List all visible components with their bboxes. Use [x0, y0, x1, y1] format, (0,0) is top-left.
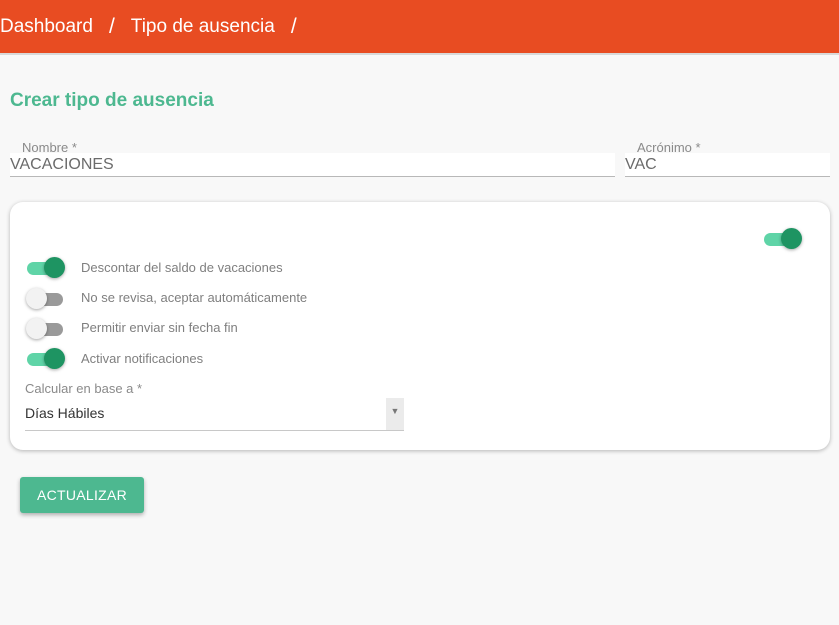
triangle-down-icon[interactable]: ▼: [386, 398, 404, 430]
toggle-notificaciones[interactable]: [27, 348, 65, 370]
breadcrumb-separator: /: [290, 14, 297, 38]
toggle-thumb: [44, 348, 65, 369]
top-bar: Dashboard / Tipo de ausencia /: [0, 0, 839, 55]
calculation-select[interactable]: Días Hábiles ▼: [25, 398, 404, 431]
toggle-label-sin-fecha-fin: Permitir enviar sin fecha fin: [81, 320, 238, 335]
toggle-label-aceptar-automaticamente: No se revisa, aceptar automáticamente: [81, 290, 308, 305]
calculation-select-label: Calcular en base a *: [25, 381, 143, 396]
header-toggle[interactable]: [764, 228, 802, 250]
name-input[interactable]: [10, 153, 615, 177]
breadcrumb-tipo-de-ausencia[interactable]: Tipo de ausencia: [131, 16, 275, 38]
update-button[interactable]: ACTUALIZAR: [20, 477, 144, 513]
breadcrumb-separator: /: [108, 14, 115, 38]
toggle-thumb: [26, 318, 47, 339]
toggle-sin-fecha-fin[interactable]: [26, 318, 65, 340]
calculation-select-value: Días Hábiles: [25, 405, 105, 421]
toggle-label-descontar-saldo: Descontar del saldo de vacaciones: [81, 260, 283, 275]
toggle-aceptar-automaticamente[interactable]: [26, 288, 65, 310]
breadcrumb: Dashboard / Tipo de ausencia /: [0, 15, 313, 39]
page-title: Crear tipo de ausencia: [10, 90, 214, 111]
breadcrumb-dashboard[interactable]: Dashboard: [0, 16, 93, 38]
options-card: Descontar del saldo de vacaciones No se …: [10, 202, 830, 450]
acronym-input[interactable]: [625, 153, 830, 177]
toggle-thumb: [781, 228, 802, 249]
toggle-descontar-saldo[interactable]: [27, 257, 65, 279]
toggle-thumb: [26, 288, 47, 309]
toggle-label-notificaciones: Activar notificaciones: [81, 351, 204, 366]
toggle-thumb: [44, 257, 65, 278]
